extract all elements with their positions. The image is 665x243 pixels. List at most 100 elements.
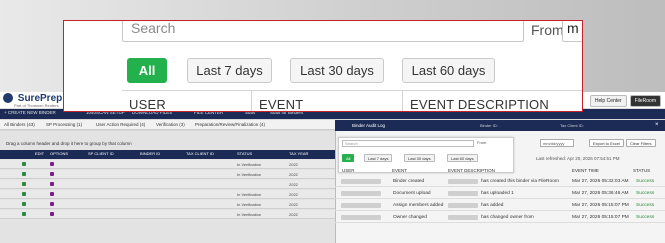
log-description: has added: [481, 203, 504, 208]
edit-icon[interactable]: [22, 162, 26, 166]
grid-col-tax-year[interactable]: TAX YEAR: [289, 151, 308, 156]
filter-all-button[interactable]: All: [127, 58, 167, 83]
redacted-name: [448, 191, 478, 196]
tab-verification[interactable]: Verification (3): [156, 122, 185, 127]
row-year: 2022: [289, 192, 298, 197]
log-row: Owner changed has changed owner from Mar…: [335, 212, 665, 223]
log-row: Binder created has created this binder v…: [335, 176, 665, 187]
log-status: Success: [636, 191, 655, 196]
row-year: 2022: [289, 202, 298, 207]
row-year: 2022: [289, 162, 298, 167]
redacted-name: [448, 203, 478, 208]
log-status: Success: [636, 203, 655, 208]
logo-icon: [3, 93, 13, 104]
log-time: Mar 27, 2026 05:15:07 PM: [572, 203, 629, 208]
log-row: Document upload has uploaded 1 Mar 27, 2…: [335, 188, 665, 199]
nav-create-binder[interactable]: + CREATE NEW BINDER: [4, 110, 56, 115]
log-row: Assign members added has added Mar 27, 2…: [335, 200, 665, 211]
table-row[interactable]: In Verification 2022: [0, 160, 335, 169]
log-event: Binder created: [393, 179, 425, 184]
column-header-user[interactable]: USER: [129, 97, 166, 111]
tab-all-binders[interactable]: All Binders (43): [4, 122, 35, 127]
log-event: Owner changed: [393, 215, 427, 220]
row-status: In Verification: [237, 162, 262, 167]
filter-last-7-days-button[interactable]: Last 7 days: [187, 58, 272, 83]
column-divider: [402, 91, 403, 111]
table-row[interactable]: In Verification 2022: [0, 200, 335, 209]
column-header-event[interactable]: EVENT: [259, 97, 303, 111]
mini-filter-60-days[interactable]: Last 60 days: [447, 154, 478, 162]
redacted-name: [448, 179, 478, 184]
log-description: has changed owner from: [481, 215, 534, 220]
redacted-user: [341, 179, 381, 184]
zoom-callout: Search From m All Last 7 days Last 30 da…: [63, 20, 583, 112]
row-status: In Verification: [237, 212, 262, 217]
log-description: has uploaded 1: [481, 191, 514, 196]
close-icon[interactable]: ×: [655, 122, 659, 128]
grid-col-edit[interactable]: EDIT: [35, 151, 44, 156]
column-header-event-description[interactable]: EVENT DESCRIPTION: [410, 97, 549, 111]
export-excel-button[interactable]: Export to Excel: [589, 139, 624, 147]
log-description: has created this binder via FileRoom: [481, 179, 559, 184]
tab-preparation[interactable]: Preparation/Review/Finalization (4): [195, 122, 265, 127]
edit-icon[interactable]: [22, 172, 26, 176]
options-icon[interactable]: [50, 172, 54, 176]
log-col-description[interactable]: EVENT DESCRIPTION: [448, 168, 495, 173]
edit-icon[interactable]: [22, 212, 26, 216]
grid-col-tax-client-id[interactable]: TAX CLIENT ID: [186, 151, 214, 156]
mini-search-input[interactable]: Search: [342, 140, 474, 147]
table-row[interactable]: In Verification 2022: [0, 190, 335, 199]
log-time: Mar 27, 2026 05:15:07 PM: [572, 215, 629, 220]
date-from-field[interactable]: mm/dd/yyyy: [540, 139, 574, 147]
clear-filters-button[interactable]: Clear Filters: [626, 139, 656, 147]
grid-col-binder-id[interactable]: BINDER ID: [140, 151, 160, 156]
filter-last-60-days-button[interactable]: Last 60 days: [402, 58, 495, 83]
row-year: 2022: [289, 172, 298, 177]
from-date-field[interactable]: m: [562, 20, 582, 42]
options-icon[interactable]: [50, 182, 54, 186]
edit-icon[interactable]: [22, 192, 26, 196]
row-status: In Verification: [237, 172, 262, 177]
log-event: Document upload: [393, 191, 431, 196]
from-date-value: m: [567, 20, 579, 36]
table-row[interactable]: In Verification 2022: [0, 210, 335, 219]
table-row[interactable]: 2022: [0, 180, 335, 189]
logo-tagline: Part of Thomson Reuters: [14, 103, 59, 108]
filter-last-30-days-button[interactable]: Last 30 days: [290, 58, 384, 83]
help-center-button[interactable]: Help Center: [589, 95, 627, 107]
log-col-status[interactable]: STATUS: [633, 168, 650, 173]
options-icon[interactable]: [50, 202, 54, 206]
row-year: 2022: [289, 212, 298, 217]
tab-sp-processing[interactable]: SP Processing (1): [46, 122, 82, 127]
redacted-user: [341, 203, 381, 208]
binder-id-label: Binder ID:: [480, 123, 498, 128]
grid-col-status[interactable]: STATUS: [237, 151, 252, 156]
mini-filter-7-days[interactable]: Last 7 days: [364, 154, 393, 162]
search-placeholder: Search: [131, 20, 176, 36]
search-input[interactable]: Search: [122, 20, 524, 42]
edit-icon[interactable]: [22, 182, 26, 186]
options-icon[interactable]: [50, 162, 54, 166]
grid-col-options[interactable]: OPTIONS: [50, 151, 68, 156]
grid-col-sp-client-id[interactable]: SP CLIENT ID: [88, 151, 114, 156]
options-icon[interactable]: [50, 212, 54, 216]
log-col-event[interactable]: EVENT: [392, 168, 407, 173]
table-row[interactable]: In Verification 2022: [0, 170, 335, 179]
from-label: From: [531, 22, 564, 38]
redacted-user: [341, 191, 381, 196]
tab-user-action-required[interactable]: User Action Required (4): [96, 122, 145, 127]
options-icon[interactable]: [50, 192, 54, 196]
mini-filter-all[interactable]: All: [342, 154, 355, 162]
redacted-name: [448, 215, 478, 220]
fileroom-button[interactable]: FileRoom: [629, 95, 661, 107]
top-actions: Help Center FileRoom: [589, 95, 661, 107]
log-status: Success: [636, 215, 655, 220]
log-col-event-time[interactable]: EVENT TIME: [572, 168, 599, 173]
mini-filter-30-days[interactable]: Last 30 days: [404, 154, 435, 162]
dialog-title: Binder Audit Log: [352, 123, 386, 128]
edit-icon[interactable]: [22, 202, 26, 206]
tax-client-id-label: Tax Client ID:: [560, 123, 584, 128]
row-status: In Verification: [237, 192, 262, 197]
row-year: 2022: [289, 182, 298, 187]
log-col-user[interactable]: USER: [342, 168, 355, 173]
